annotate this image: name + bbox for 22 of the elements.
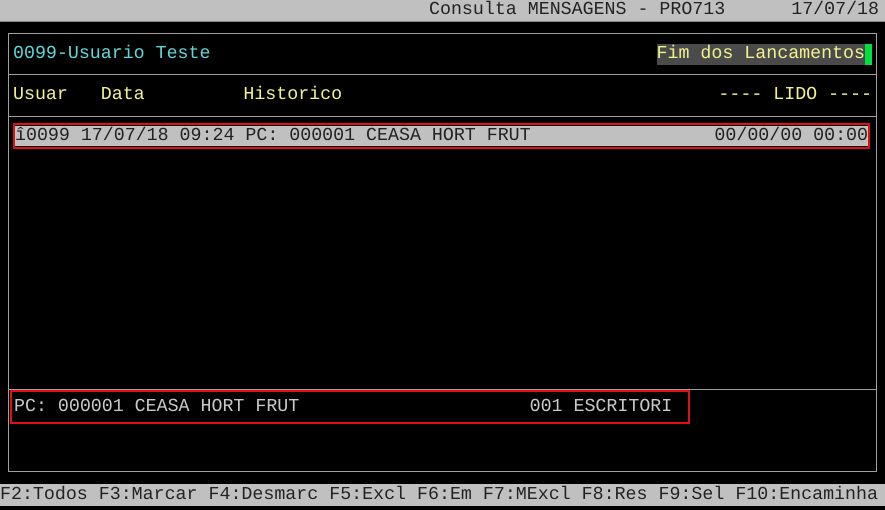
column-header: Historico xyxy=(243,85,344,106)
screen-date: 17/07/18 xyxy=(791,0,879,21)
function-key[interactable]: F3:Marcar xyxy=(98,484,198,506)
detail-location: 001 ESCRITORI xyxy=(530,396,672,418)
function-key[interactable]: F2:Todos xyxy=(0,484,88,506)
column-header: Usuar xyxy=(13,85,69,106)
function-key[interactable]: F10:Encaminha xyxy=(735,484,878,506)
user-label: 0099-Usuario Teste xyxy=(13,44,210,64)
column-header: ---- LIDO ---- xyxy=(718,85,872,106)
column-header: Data xyxy=(100,85,146,106)
message-row[interactable]: î0099 17/07/18 09:24 PC: 000001 CEASA HORT FRUT 00/00/00 00:00 xyxy=(15,126,868,146)
function-key[interactable]: F6:Em xyxy=(417,484,472,506)
function-key[interactable]: F5:Excl xyxy=(329,484,406,506)
function-key[interactable]: F8:Res xyxy=(582,484,648,506)
status-label: Fim dos Lancamentos xyxy=(656,44,865,64)
message-text: î0099 17/07/18 09:24 PC: 000001 CEASA HORT FRUT xyxy=(15,126,531,146)
function-key[interactable]: F9:Sel xyxy=(658,484,724,506)
detail-text: PC: 000001 CEASA HORT FRUT xyxy=(14,396,300,418)
screen-title: Consulta MENSAGENS - PRO713 xyxy=(429,0,726,21)
function-key[interactable]: F4:Desmarc xyxy=(208,484,318,506)
read-date: 00/00/00 00:00 xyxy=(714,126,868,146)
function-key[interactable]: F7:MExcl xyxy=(482,484,571,506)
